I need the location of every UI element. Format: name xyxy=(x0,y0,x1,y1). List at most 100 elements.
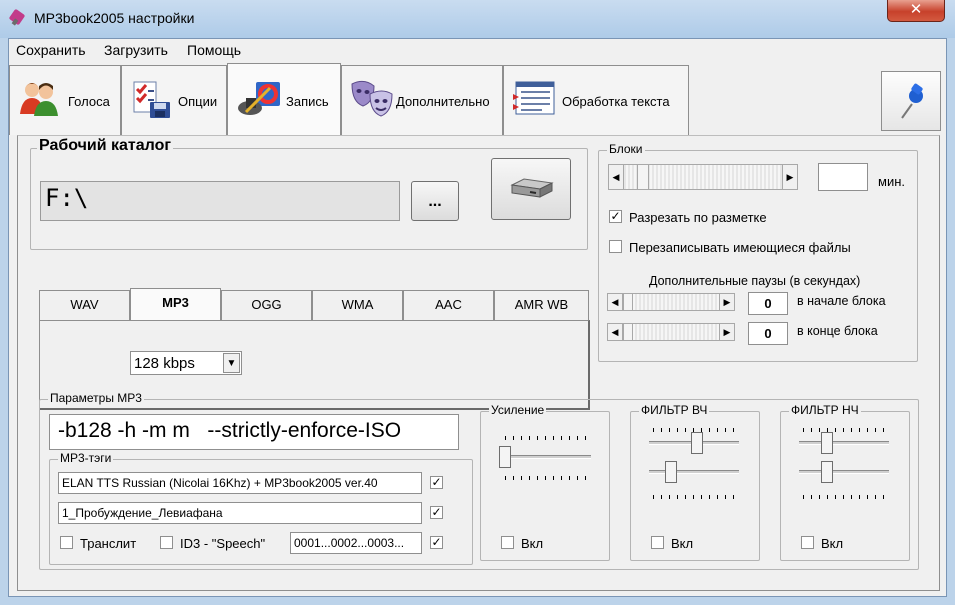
lpf-slider2-thumb[interactable] xyxy=(821,461,833,483)
tab-wma[interactable]: WMA xyxy=(312,290,403,320)
lpf-ticks-bottom xyxy=(803,495,887,499)
lame-command-line[interactable]: -b128 -h -m m --strictly-enforce-ISO xyxy=(49,414,459,450)
menu-help[interactable]: Помощь xyxy=(187,42,241,58)
drive-icon xyxy=(510,178,554,198)
app-icon xyxy=(8,9,26,27)
window-client: Сохранить Загрузить Помощь Голоса Опции xyxy=(8,38,947,597)
pause-start-left[interactable]: ◀ xyxy=(607,293,623,311)
translit-label: Транслит xyxy=(80,536,137,551)
hpf-slider2-thumb[interactable] xyxy=(665,461,677,483)
gain-ticks-bottom xyxy=(505,476,589,480)
gain-slider-track[interactable] xyxy=(499,455,591,459)
lpf-ticks-top xyxy=(803,428,887,432)
tag-artist-checkbox[interactable]: ✓ xyxy=(430,476,443,489)
block-minutes-field[interactable] xyxy=(818,163,868,191)
tab-voices-label: Голоса xyxy=(68,94,110,109)
pause-end-track[interactable] xyxy=(623,323,719,341)
lpf-slider1-track[interactable] xyxy=(799,441,889,445)
menu-save[interactable]: Сохранить xyxy=(16,42,86,58)
lpf-group: ФИЛЬТР НЧ Вкл xyxy=(780,403,910,561)
hpf-ticks-bottom xyxy=(653,495,737,499)
tag-artist-field[interactable]: ELAN TTS Russian (Nicolai 16Khz) + MP3bo… xyxy=(58,472,422,494)
blocks-scroll-thumb[interactable] xyxy=(637,164,649,190)
pause-end-field[interactable]: 0 xyxy=(748,322,788,345)
pause-start-field[interactable]: 0 xyxy=(748,292,788,315)
workdir-path[interactable]: F:\ xyxy=(40,181,400,221)
pauses-title: Дополнительные паузы (в секундах) xyxy=(649,274,861,288)
id3-speech-label: ID3 - "Speech" xyxy=(180,536,266,551)
pause-end-left[interactable]: ◀ xyxy=(607,323,623,341)
lpf-slider2-track[interactable] xyxy=(799,470,889,474)
tab-advanced[interactable]: Дополнительно xyxy=(341,65,503,135)
overwrite-files-checkbox[interactable] xyxy=(609,240,622,253)
tab-voices[interactable]: Голоса xyxy=(9,65,121,135)
tab-options-label: Опции xyxy=(178,94,218,109)
lpf-title: ФИЛЬТР НЧ xyxy=(789,403,861,417)
hpf-group: ФИЛЬТР ВЧ Вкл xyxy=(630,403,760,561)
minutes-unit: мин. xyxy=(878,174,905,189)
lpf-on-checkbox[interactable] xyxy=(801,536,814,549)
mp3-tags-title: MP3-тэги xyxy=(58,451,114,465)
record-page: Рабочий каталог F:\ ... WAV MP3 OGG WMA … xyxy=(17,135,940,591)
tab-aac[interactable]: AAC xyxy=(403,290,494,320)
gain-slider-thumb[interactable] xyxy=(499,446,511,468)
blocks-title: Блоки xyxy=(607,142,645,156)
tag-title-checkbox[interactable]: ✓ xyxy=(430,506,443,519)
pin-button[interactable] xyxy=(881,71,941,131)
pin-icon xyxy=(901,83,923,119)
gain-on-label: Вкл xyxy=(521,536,544,551)
people-icon xyxy=(20,83,58,116)
pause-start-label: в начале блока xyxy=(797,294,886,308)
workdir-title: Рабочий каталог xyxy=(37,137,174,155)
gain-on-checkbox[interactable] xyxy=(501,536,514,549)
workdir-group: Рабочий каталог F:\ ... xyxy=(30,137,588,250)
mp3-tags-group: MP3-тэги ELAN TTS Russian (Nicolai 16Khz… xyxy=(49,451,473,565)
blocks-group: Блоки ◀ ▶ мин. ✓ Разрезать по разметке П… xyxy=(598,142,918,362)
track-number-field[interactable]: 0001...0002...0003... xyxy=(290,532,422,554)
track-number-checkbox[interactable]: ✓ xyxy=(430,536,443,549)
lpf-slider1-thumb[interactable] xyxy=(821,432,833,454)
hpf-on-label: Вкл xyxy=(671,536,694,551)
checklist-icon xyxy=(133,81,170,118)
tab-text-processing[interactable]: Обработка текста xyxy=(503,65,689,135)
gain-title: Усиление xyxy=(489,403,547,417)
mp3-params-title: Параметры MP3 xyxy=(48,391,144,405)
blocks-scroll-right[interactable]: ▶ xyxy=(782,164,798,190)
mp3-params-group: Параметры MP3 -b128 -h -m m --strictly-e… xyxy=(39,391,919,570)
tab-options[interactable]: Опции xyxy=(121,65,227,135)
masks-icon xyxy=(351,80,393,117)
translit-checkbox[interactable] xyxy=(60,536,73,549)
pause-start-thumb[interactable] xyxy=(623,293,633,311)
record-icon xyxy=(238,82,280,115)
hpf-slider1-thumb[interactable] xyxy=(691,432,703,454)
pause-end-thumb[interactable] xyxy=(623,323,633,341)
chevron-down-icon[interactable]: ▼ xyxy=(223,353,240,373)
blocks-scroll-left[interactable]: ◀ xyxy=(608,164,624,190)
browse-button[interactable]: ... xyxy=(411,181,459,221)
pause-start-track[interactable] xyxy=(623,293,719,311)
tab-ogg[interactable]: OGG xyxy=(221,290,312,320)
cut-by-markup-label: Разрезать по разметке xyxy=(629,210,767,225)
tab-record[interactable]: Запись xyxy=(227,63,341,137)
close-button[interactable]: ✕ xyxy=(887,0,945,22)
window-title: MP3book2005 настройки xyxy=(34,10,195,26)
tab-wav[interactable]: WAV xyxy=(39,290,130,320)
pause-start-right[interactable]: ▶ xyxy=(719,293,735,311)
title-bar[interactable]: MP3book2005 настройки ✕ xyxy=(0,0,955,38)
hpf-on-checkbox[interactable] xyxy=(651,536,664,549)
tag-title-field[interactable]: 1_Пробуждение_Левиафана xyxy=(58,502,422,524)
id3-speech-checkbox[interactable] xyxy=(160,536,173,549)
pause-end-right[interactable]: ▶ xyxy=(719,323,735,341)
bitrate-value: 128 kbps xyxy=(134,355,195,372)
tab-mp3[interactable]: MP3 xyxy=(130,288,221,320)
menu-load[interactable]: Загрузить xyxy=(104,42,168,58)
tab-record-label: Запись xyxy=(286,94,329,109)
text-processing-icon xyxy=(513,81,555,115)
tab-amr-wb[interactable]: AMR WB xyxy=(494,290,589,320)
tab-text-processing-label: Обработка текста xyxy=(562,94,670,109)
drive-button[interactable] xyxy=(491,158,571,220)
tab-advanced-label: Дополнительно xyxy=(396,94,490,109)
hpf-slider2-track[interactable] xyxy=(649,470,739,474)
cut-by-markup-checkbox[interactable]: ✓ xyxy=(609,210,622,223)
bitrate-select[interactable]: 128 kbps ▼ xyxy=(130,351,242,375)
